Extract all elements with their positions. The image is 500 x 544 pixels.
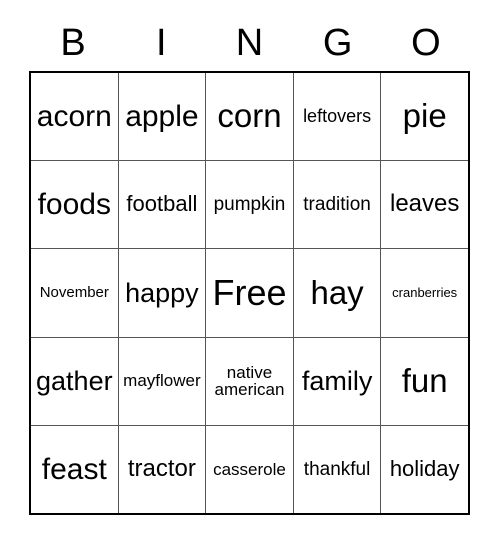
bingo-cell[interactable]: mayflower <box>118 337 207 425</box>
bingo-header-letter-o: O <box>411 21 441 64</box>
bingo-cell[interactable]: leaves <box>381 161 468 249</box>
bingo-row: feast tractor casserole thankful holiday <box>31 425 468 514</box>
bingo-cell-label: leaves <box>389 190 460 218</box>
bingo-cell-label: football <box>126 191 198 217</box>
bingo-cell-label: foods <box>37 188 111 222</box>
bingo-cell[interactable]: tractor <box>118 425 207 514</box>
bingo-cell-label: apple <box>125 100 199 133</box>
bingo-header-letter-g: G <box>322 21 353 64</box>
bingo-cell[interactable]: thankful <box>293 425 382 514</box>
bingo-cell[interactable]: football <box>118 161 207 249</box>
bingo-cell[interactable]: casserole <box>206 425 294 514</box>
bingo-cell-label: family <box>301 366 373 397</box>
bingo-cell-label: happy <box>125 277 199 308</box>
bingo-cell[interactable]: fun <box>381 337 468 425</box>
bingo-row: foods football pumpkin tradition leaves <box>31 161 468 250</box>
bingo-cell-label: thankful <box>303 458 371 480</box>
bingo-cell-label: acorn <box>36 100 112 133</box>
bingo-header-letter-i: I <box>156 21 167 64</box>
bingo-cell[interactable]: hay <box>293 249 382 337</box>
bingo-cell-label: leftovers <box>303 106 372 127</box>
bingo-cell[interactable]: cranberries <box>381 249 468 337</box>
bingo-cell[interactable]: gather <box>31 337 119 425</box>
bingo-cell-label: mayflower <box>123 371 201 391</box>
bingo-cell-label: native american <box>214 362 285 400</box>
bingo-cell[interactable]: family <box>293 337 382 425</box>
bingo-cell[interactable]: holiday <box>381 425 468 514</box>
bingo-cell[interactable]: leftovers <box>293 73 382 161</box>
bingo-cell[interactable]: acorn <box>31 73 119 161</box>
bingo-cell-label: pie <box>402 97 447 135</box>
bingo-cell-label: pumpkin <box>213 193 286 215</box>
bingo-header-letter-n: N <box>235 21 264 64</box>
bingo-cell-label: Free <box>212 272 287 314</box>
bingo-cell-label: cranberries <box>392 285 458 301</box>
bingo-cell-label: tradition <box>303 193 371 215</box>
bingo-cell[interactable]: native american <box>206 337 294 425</box>
bingo-header-row: BINGO <box>29 14 470 71</box>
bingo-cell-label: gather <box>36 366 113 397</box>
bingo-cell[interactable]: happy <box>118 249 207 337</box>
bingo-free-space[interactable]: Free <box>206 249 294 337</box>
bingo-cell[interactable]: pie <box>381 73 468 161</box>
bingo-cell-label: feast <box>41 452 107 486</box>
bingo-row: November happy Free hay cranberries <box>31 249 468 338</box>
bingo-cell-label: fun <box>401 362 448 400</box>
bingo-header-letter-b: B <box>60 21 86 64</box>
bingo-cell[interactable]: feast <box>31 425 119 514</box>
bingo-cell-label: casserole <box>213 459 286 479</box>
bingo-cell-label: corn <box>217 97 282 135</box>
bingo-cell[interactable]: corn <box>206 73 294 161</box>
bingo-card: BINGO acorn apple corn leftovers pie foods foo… <box>0 0 500 544</box>
bingo-cell[interactable]: pumpkin <box>206 161 294 249</box>
bingo-cell[interactable]: apple <box>118 73 207 161</box>
bingo-cell-label: tractor <box>127 454 196 482</box>
bingo-grid: acorn apple corn leftovers pie foods football p… <box>29 71 470 515</box>
bingo-cell-label: holiday <box>389 455 460 481</box>
bingo-cell-label: hay <box>310 273 364 311</box>
bingo-cell[interactable]: foods <box>31 161 119 249</box>
bingo-cell[interactable]: tradition <box>293 161 382 249</box>
bingo-cell-label: November <box>39 284 109 302</box>
bingo-row: gather mayflower native american family fun <box>31 337 468 426</box>
bingo-row: acorn apple corn leftovers pie <box>31 73 468 162</box>
bingo-cell[interactable]: November <box>31 249 119 337</box>
